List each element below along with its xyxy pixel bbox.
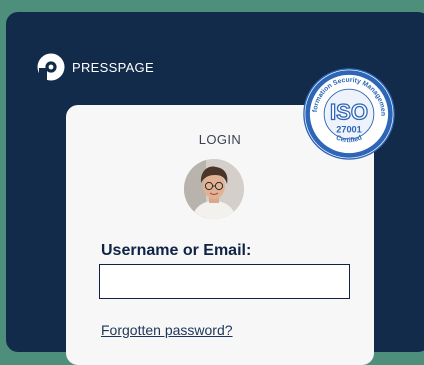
iso-27001-badge: Information Security Management ISO 2700… bbox=[303, 68, 395, 160]
badge-iso-mark: ISO bbox=[330, 100, 368, 125]
username-input[interactable] bbox=[99, 264, 350, 299]
brand-name: PRESSPAGE bbox=[72, 59, 154, 75]
forgot-password-link[interactable]: Forgotten password? bbox=[101, 322, 233, 338]
app-panel: PRESSPAGE LOGIN Username or Email: Forgo… bbox=[6, 12, 424, 365]
presspage-logo-icon bbox=[37, 53, 65, 81]
brand-logo[interactable]: PRESSPAGE bbox=[36, 52, 154, 82]
username-label: Username or Email: bbox=[101, 242, 252, 259]
badge-number: 27001 bbox=[336, 124, 362, 134]
user-avatar-photo bbox=[184, 159, 244, 219]
